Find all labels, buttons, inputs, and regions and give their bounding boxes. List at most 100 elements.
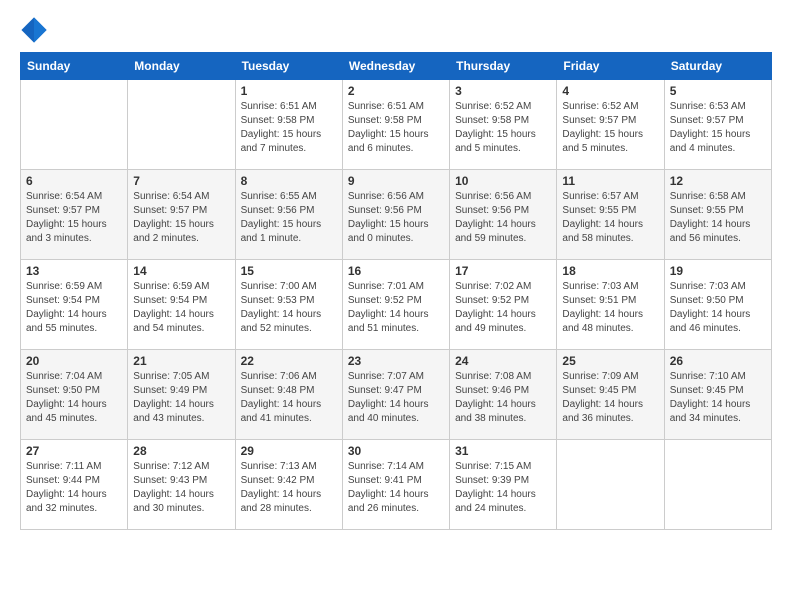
day-number: 28 xyxy=(133,444,229,458)
sunset-text: Sunset: 9:47 PM xyxy=(348,385,422,396)
calendar-week-row: 20 Sunrise: 7:04 AM Sunset: 9:50 PM Dayl… xyxy=(21,350,772,440)
day-number: 31 xyxy=(455,444,551,458)
day-number: 18 xyxy=(562,264,658,278)
sunrise-text: Sunrise: 7:05 AM xyxy=(133,371,209,382)
day-info: Sunrise: 6:59 AM Sunset: 9:54 PM Dayligh… xyxy=(133,280,229,336)
sunrise-text: Sunrise: 7:09 AM xyxy=(562,371,638,382)
calendar-day-cell xyxy=(128,80,235,170)
sunset-text: Sunset: 9:56 PM xyxy=(455,205,529,216)
calendar-day-cell: 26 Sunrise: 7:10 AM Sunset: 9:45 PM Dayl… xyxy=(664,350,771,440)
daylight-text: Daylight: 14 hours and 51 minutes. xyxy=(348,309,429,334)
calendar-header-row: SundayMondayTuesdayWednesdayThursdayFrid… xyxy=(21,53,772,80)
sunrise-text: Sunrise: 6:54 AM xyxy=(26,191,102,202)
sunset-text: Sunset: 9:42 PM xyxy=(241,475,315,486)
daylight-text: Daylight: 14 hours and 54 minutes. xyxy=(133,309,214,334)
sunset-text: Sunset: 9:54 PM xyxy=(26,295,100,306)
day-number: 11 xyxy=(562,174,658,188)
daylight-text: Daylight: 14 hours and 30 minutes. xyxy=(133,489,214,514)
calendar-day-cell: 31 Sunrise: 7:15 AM Sunset: 9:39 PM Dayl… xyxy=(450,440,557,530)
day-number: 12 xyxy=(670,174,766,188)
day-info: Sunrise: 6:57 AM Sunset: 9:55 PM Dayligh… xyxy=(562,190,658,246)
calendar-day-cell: 3 Sunrise: 6:52 AM Sunset: 9:58 PM Dayli… xyxy=(450,80,557,170)
day-info: Sunrise: 7:12 AM Sunset: 9:43 PM Dayligh… xyxy=(133,460,229,516)
daylight-text: Daylight: 14 hours and 26 minutes. xyxy=(348,489,429,514)
day-number: 26 xyxy=(670,354,766,368)
sunrise-text: Sunrise: 6:52 AM xyxy=(562,101,638,112)
sunset-text: Sunset: 9:39 PM xyxy=(455,475,529,486)
day-number: 17 xyxy=(455,264,551,278)
calendar-day-cell: 12 Sunrise: 6:58 AM Sunset: 9:55 PM Dayl… xyxy=(664,170,771,260)
calendar-week-row: 27 Sunrise: 7:11 AM Sunset: 9:44 PM Dayl… xyxy=(21,440,772,530)
calendar-weekday-header: Wednesday xyxy=(342,53,449,80)
calendar-day-cell: 22 Sunrise: 7:06 AM Sunset: 9:48 PM Dayl… xyxy=(235,350,342,440)
sunset-text: Sunset: 9:58 PM xyxy=(455,115,529,126)
day-number: 7 xyxy=(133,174,229,188)
day-info: Sunrise: 6:55 AM Sunset: 9:56 PM Dayligh… xyxy=(241,190,337,246)
sunrise-text: Sunrise: 7:14 AM xyxy=(348,461,424,472)
daylight-text: Daylight: 14 hours and 32 minutes. xyxy=(26,489,107,514)
calendar-day-cell: 20 Sunrise: 7:04 AM Sunset: 9:50 PM Dayl… xyxy=(21,350,128,440)
calendar-day-cell: 8 Sunrise: 6:55 AM Sunset: 9:56 PM Dayli… xyxy=(235,170,342,260)
sunset-text: Sunset: 9:52 PM xyxy=(455,295,529,306)
daylight-text: Daylight: 14 hours and 59 minutes. xyxy=(455,219,536,244)
day-number: 23 xyxy=(348,354,444,368)
calendar-day-cell: 15 Sunrise: 7:00 AM Sunset: 9:53 PM Dayl… xyxy=(235,260,342,350)
day-info: Sunrise: 6:51 AM Sunset: 9:58 PM Dayligh… xyxy=(241,100,337,156)
calendar-day-cell: 17 Sunrise: 7:02 AM Sunset: 9:52 PM Dayl… xyxy=(450,260,557,350)
sunrise-text: Sunrise: 6:58 AM xyxy=(670,191,746,202)
sunrise-text: Sunrise: 6:59 AM xyxy=(26,281,102,292)
day-info: Sunrise: 6:56 AM Sunset: 9:56 PM Dayligh… xyxy=(455,190,551,246)
sunrise-text: Sunrise: 7:07 AM xyxy=(348,371,424,382)
calendar-weekday-header: Monday xyxy=(128,53,235,80)
daylight-text: Daylight: 14 hours and 43 minutes. xyxy=(133,399,214,424)
day-info: Sunrise: 7:02 AM Sunset: 9:52 PM Dayligh… xyxy=(455,280,551,336)
day-info: Sunrise: 7:06 AM Sunset: 9:48 PM Dayligh… xyxy=(241,370,337,426)
sunset-text: Sunset: 9:43 PM xyxy=(133,475,207,486)
day-number: 29 xyxy=(241,444,337,458)
day-number: 27 xyxy=(26,444,122,458)
sunrise-text: Sunrise: 7:10 AM xyxy=(670,371,746,382)
page-header xyxy=(20,16,772,44)
daylight-text: Daylight: 14 hours and 52 minutes. xyxy=(241,309,322,334)
calendar-day-cell: 18 Sunrise: 7:03 AM Sunset: 9:51 PM Dayl… xyxy=(557,260,664,350)
calendar-week-row: 13 Sunrise: 6:59 AM Sunset: 9:54 PM Dayl… xyxy=(21,260,772,350)
logo xyxy=(20,16,52,44)
day-info: Sunrise: 7:14 AM Sunset: 9:41 PM Dayligh… xyxy=(348,460,444,516)
calendar-week-row: 1 Sunrise: 6:51 AM Sunset: 9:58 PM Dayli… xyxy=(21,80,772,170)
sunrise-text: Sunrise: 6:51 AM xyxy=(348,101,424,112)
calendar-day-cell: 9 Sunrise: 6:56 AM Sunset: 9:56 PM Dayli… xyxy=(342,170,449,260)
sunrise-text: Sunrise: 7:00 AM xyxy=(241,281,317,292)
day-number: 5 xyxy=(670,84,766,98)
logo-icon xyxy=(20,16,48,44)
daylight-text: Daylight: 15 hours and 7 minutes. xyxy=(241,129,322,154)
sunset-text: Sunset: 9:50 PM xyxy=(26,385,100,396)
sunset-text: Sunset: 9:53 PM xyxy=(241,295,315,306)
day-number: 14 xyxy=(133,264,229,278)
calendar-day-cell xyxy=(557,440,664,530)
sunrise-text: Sunrise: 6:55 AM xyxy=(241,191,317,202)
daylight-text: Daylight: 15 hours and 2 minutes. xyxy=(133,219,214,244)
sunset-text: Sunset: 9:41 PM xyxy=(348,475,422,486)
daylight-text: Daylight: 14 hours and 48 minutes. xyxy=(562,309,643,334)
daylight-text: Daylight: 14 hours and 41 minutes. xyxy=(241,399,322,424)
calendar-day-cell: 1 Sunrise: 6:51 AM Sunset: 9:58 PM Dayli… xyxy=(235,80,342,170)
day-info: Sunrise: 7:11 AM Sunset: 9:44 PM Dayligh… xyxy=(26,460,122,516)
sunset-text: Sunset: 9:57 PM xyxy=(133,205,207,216)
day-info: Sunrise: 6:51 AM Sunset: 9:58 PM Dayligh… xyxy=(348,100,444,156)
daylight-text: Daylight: 14 hours and 34 minutes. xyxy=(670,399,751,424)
daylight-text: Daylight: 15 hours and 3 minutes. xyxy=(26,219,107,244)
day-number: 20 xyxy=(26,354,122,368)
daylight-text: Daylight: 14 hours and 58 minutes. xyxy=(562,219,643,244)
sunset-text: Sunset: 9:48 PM xyxy=(241,385,315,396)
day-number: 22 xyxy=(241,354,337,368)
day-info: Sunrise: 6:52 AM Sunset: 9:57 PM Dayligh… xyxy=(562,100,658,156)
day-info: Sunrise: 7:04 AM Sunset: 9:50 PM Dayligh… xyxy=(26,370,122,426)
daylight-text: Daylight: 15 hours and 5 minutes. xyxy=(455,129,536,154)
sunset-text: Sunset: 9:49 PM xyxy=(133,385,207,396)
calendar-day-cell: 29 Sunrise: 7:13 AM Sunset: 9:42 PM Dayl… xyxy=(235,440,342,530)
day-number: 10 xyxy=(455,174,551,188)
daylight-text: Daylight: 14 hours and 55 minutes. xyxy=(26,309,107,334)
sunrise-text: Sunrise: 7:13 AM xyxy=(241,461,317,472)
day-info: Sunrise: 7:03 AM Sunset: 9:51 PM Dayligh… xyxy=(562,280,658,336)
calendar-day-cell: 24 Sunrise: 7:08 AM Sunset: 9:46 PM Dayl… xyxy=(450,350,557,440)
